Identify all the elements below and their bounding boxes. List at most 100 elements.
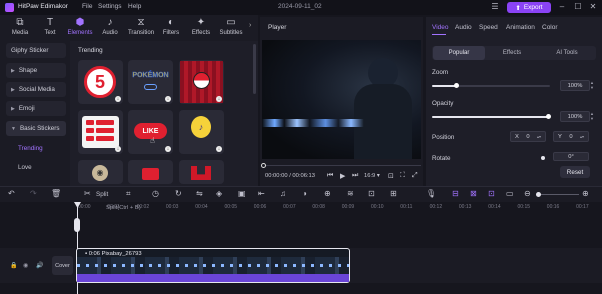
category-shape[interactable]: ▶ Shape — [6, 63, 66, 78]
delete-icon[interactable]: 🗑 — [51, 189, 61, 198]
tool-filters[interactable]: ◐ Filters — [157, 16, 185, 40]
opacity-stepper-icon[interactable]: ▲ ▼ — [590, 111, 594, 121]
tool-effects[interactable]: ✦ Effects — [187, 16, 215, 40]
tab-video[interactable]: Video — [432, 24, 449, 31]
toolbar-scroll-icon[interactable]: › — [249, 22, 257, 33]
rotate-icon[interactable]: ↻ — [175, 189, 182, 198]
tool-media[interactable]: ⧉ Media — [6, 16, 34, 40]
subtitle-gen-icon[interactable]: ⊡ — [368, 189, 375, 198]
tool-text[interactable]: T Text — [36, 16, 64, 40]
opacity-value-input[interactable]: 100% — [560, 111, 590, 122]
subcategory-trending[interactable]: Trending — [18, 145, 43, 152]
freeze-icon[interactable]: ▣ — [238, 189, 246, 198]
tab-color[interactable]: Color — [542, 24, 558, 31]
close-icon[interactable]: ✕ — [588, 2, 598, 12]
minimize-icon[interactable]: – — [557, 2, 567, 12]
track-mute-icon[interactable]: 🔊 — [36, 262, 43, 269]
download-icon[interactable]: ↓ — [115, 96, 121, 102]
crop-icon[interactable]: ⌗ — [126, 189, 131, 199]
subscribe-checklist-sticker[interactable]: ↓ — [78, 110, 123, 154]
red-sticker[interactable] — [128, 160, 173, 184]
category-emoji[interactable]: ▶ Emoji — [6, 101, 66, 116]
tab-speed[interactable]: Speed — [479, 24, 498, 31]
timeline-zoom-handle[interactable] — [536, 192, 541, 197]
category-giphy-sticker[interactable]: Giphy Sticker — [6, 43, 66, 58]
menu-file[interactable]: File — [82, 3, 92, 10]
prev-frame-icon[interactable]: ⏮ — [327, 172, 333, 180]
download-icon[interactable]: ↓ — [115, 146, 121, 152]
magnet-icon[interactable]: ⊡ — [488, 189, 495, 198]
subtab-effects[interactable]: Effects — [486, 46, 538, 60]
zoom-stepper-icon[interactable]: ▲ ▼ — [590, 80, 594, 90]
download-icon[interactable]: ↓ — [216, 96, 222, 102]
split-button[interactable]: Split — [96, 191, 108, 198]
cartoon-character-sticker[interactable]: ♪ ↓ — [179, 110, 224, 154]
cover-button[interactable]: Cover — [52, 256, 73, 275]
fullscreen-icon[interactable]: ⛶ — [400, 172, 405, 180]
mirror-icon[interactable]: ⇋ — [196, 189, 203, 198]
maximize-icon[interactable]: ☐ — [573, 2, 583, 12]
download-icon[interactable]: ↓ — [216, 146, 222, 152]
tool-audio[interactable]: ♪ Audio — [96, 16, 124, 40]
redo-icon[interactable]: ↷ — [30, 189, 37, 198]
sticker-scrollbar[interactable] — [253, 44, 256, 94]
pokemon-sticker[interactable]: POKÉMON ↓ — [128, 60, 173, 104]
position-x-stepper-icon[interactable]: ▴▾ — [537, 134, 541, 139]
link-icon[interactable]: ⊠ — [470, 189, 477, 198]
snapshot-icon[interactable]: ⊡ — [388, 172, 394, 180]
track-visibility-icon[interactable]: ◉ — [23, 262, 28, 269]
subtab-ai-tools[interactable]: AI Tools — [539, 46, 595, 60]
aspect-ratio-select[interactable]: 16:9 ▾ — [364, 173, 380, 179]
denoise-icon[interactable]: ≋ — [347, 189, 354, 198]
snap-icon[interactable]: ⊟ — [452, 189, 459, 198]
reset-button[interactable]: Reset — [560, 166, 590, 178]
zoom-out-icon[interactable]: ⊖ — [524, 189, 531, 198]
split-icon[interactable]: ✂ — [84, 189, 91, 198]
tab-audio[interactable]: Audio — [455, 24, 472, 31]
position-y-stepper-icon[interactable]: ▴▾ — [580, 134, 584, 139]
player-progress-bar[interactable] — [262, 165, 421, 166]
menu-settings[interactable]: Settings — [98, 3, 122, 10]
next-frame-icon[interactable]: ⏭ — [352, 172, 358, 180]
timeline-zoom-slider[interactable] — [537, 194, 579, 195]
pokeball-curtain-sticker[interactable]: ↓ — [179, 60, 224, 104]
red-shape-sticker[interactable] — [179, 160, 224, 184]
detach-audio-icon[interactable]: ♫ — [280, 189, 286, 198]
color-icon[interactable]: ◑ — [302, 189, 307, 198]
owl-sticker[interactable]: ◉ — [78, 160, 123, 184]
reverse-icon[interactable]: ⇤ — [258, 189, 265, 198]
position-y-input[interactable]: Y 0 ▴▾ — [553, 131, 589, 142]
subtab-popular[interactable]: Popular — [433, 46, 485, 60]
tab-animation[interactable]: Animation — [506, 24, 535, 31]
opacity-slider-handle[interactable] — [546, 114, 551, 119]
tool-elements[interactable]: ⬢ Elements — [66, 16, 94, 40]
menu-help[interactable]: Help — [128, 3, 141, 10]
player-progress-handle[interactable] — [261, 163, 266, 168]
preview-icon[interactable]: ▭ — [506, 189, 514, 198]
undo-icon[interactable]: ↶ — [8, 189, 15, 198]
more-tools-icon[interactable]: ⊞ — [390, 189, 397, 198]
rotate-value-input[interactable]: 0° — [553, 152, 589, 161]
rotate-dial-icon[interactable] — [541, 156, 545, 160]
zoom-value-input[interactable]: 100% — [560, 80, 590, 91]
download-icon[interactable]: ↓ — [165, 146, 171, 152]
download-icon[interactable]: ↓ — [165, 96, 171, 102]
ai-icon[interactable]: ⊕ — [324, 189, 331, 198]
video-preview[interactable] — [262, 40, 421, 159]
tool-subtitles[interactable]: ▭ Subtitles — [217, 16, 245, 40]
position-x-input[interactable]: X 0 ▴▾ — [510, 131, 546, 142]
tool-transition[interactable]: ⧖ Transition — [127, 16, 155, 40]
mic-icon[interactable]: 🎙 — [426, 189, 436, 198]
speed-icon[interactable]: ◷ — [152, 189, 159, 198]
play-icon[interactable]: ▶ — [340, 172, 345, 180]
more-icon[interactable]: ☰ — [490, 2, 500, 12]
export-button[interactable]: ⬆ Export — [507, 2, 551, 13]
track-lock-icon[interactable]: 🔒 — [10, 262, 17, 269]
zoom-slider-handle[interactable] — [453, 83, 459, 88]
mask-icon[interactable]: ◈ — [216, 189, 222, 198]
zoom-in-icon[interactable]: ⊕ — [582, 189, 589, 198]
category-social-media[interactable]: ▶ Social Media — [6, 82, 66, 97]
category-basic-stickers[interactable]: ▼ Basic Stickers — [6, 121, 66, 136]
expand-icon[interactable]: ⤢ — [412, 172, 418, 180]
subcategory-love[interactable]: Love — [18, 164, 32, 171]
